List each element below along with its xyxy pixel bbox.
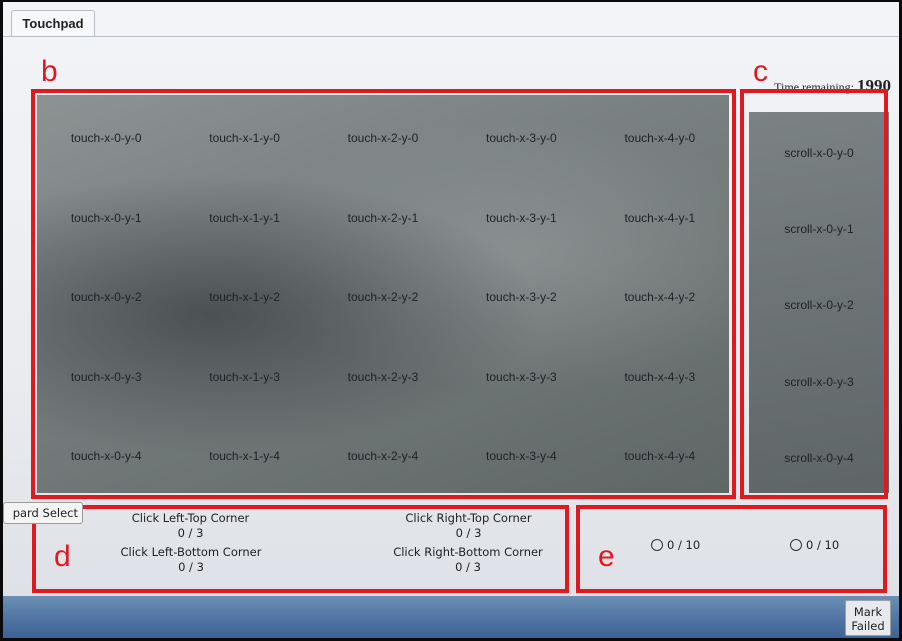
annotation-letter-d: d: [54, 540, 71, 573]
mark-failed-button[interactable]: Mark Failed: [845, 600, 891, 636]
mark-failed-line1: Mark: [853, 605, 883, 619]
click-counter-left[interactable]: 0 / 10: [651, 538, 700, 552]
corner-left-bottom[interactable]: Click Left-Bottom Corner 0 / 3: [91, 545, 291, 575]
corner-left-bottom-label: Click Left-Bottom Corner: [120, 545, 262, 559]
click-counter-left-value: 0 / 10: [667, 538, 701, 552]
corner-right-bottom-count: 0 / 3: [455, 560, 481, 574]
click-counter-right[interactable]: 0 / 10: [790, 538, 839, 552]
annotation-box-c: [740, 89, 888, 499]
radio-icon: [790, 539, 802, 551]
board-select-button[interactable]: pard Select: [3, 502, 83, 524]
corner-left-top-count: 0 / 3: [177, 526, 204, 540]
radio-icon: [651, 539, 663, 551]
mark-failed-line2: Failed: [851, 619, 885, 633]
click-counter-right-value: 0 / 10: [806, 538, 840, 552]
corner-right-top-label: Click Right-Top Corner: [405, 511, 532, 525]
annotation-box-e: [576, 505, 887, 593]
corner-right-top-count: 0 / 3: [455, 526, 482, 540]
annotation-box-b: [31, 89, 736, 499]
tab-divider: [3, 36, 899, 37]
touchpad-test-screen: Touchpad Time remaining: 1990 touch-x-0-…: [3, 2, 899, 638]
corner-left-top-label: Click Left-Top Corner: [131, 511, 250, 525]
annotation-letter-b: b: [41, 55, 58, 88]
tab-touchpad[interactable]: Touchpad: [11, 10, 95, 37]
corner-left-bottom-count: 0 / 3: [178, 560, 204, 574]
corner-right-top[interactable]: Click Right-Top Corner 0 / 3: [381, 511, 556, 541]
corner-right-bottom-label: Click Right-Bottom Corner: [393, 545, 543, 559]
annotation-letter-e: e: [598, 540, 615, 573]
corner-right-bottom[interactable]: Click Right-Bottom Corner 0 / 3: [373, 545, 563, 575]
corner-left-top[interactable]: Click Left-Top Corner 0 / 3: [103, 511, 278, 541]
taskbar: [3, 596, 899, 638]
annotation-letter-c: c: [753, 55, 768, 88]
